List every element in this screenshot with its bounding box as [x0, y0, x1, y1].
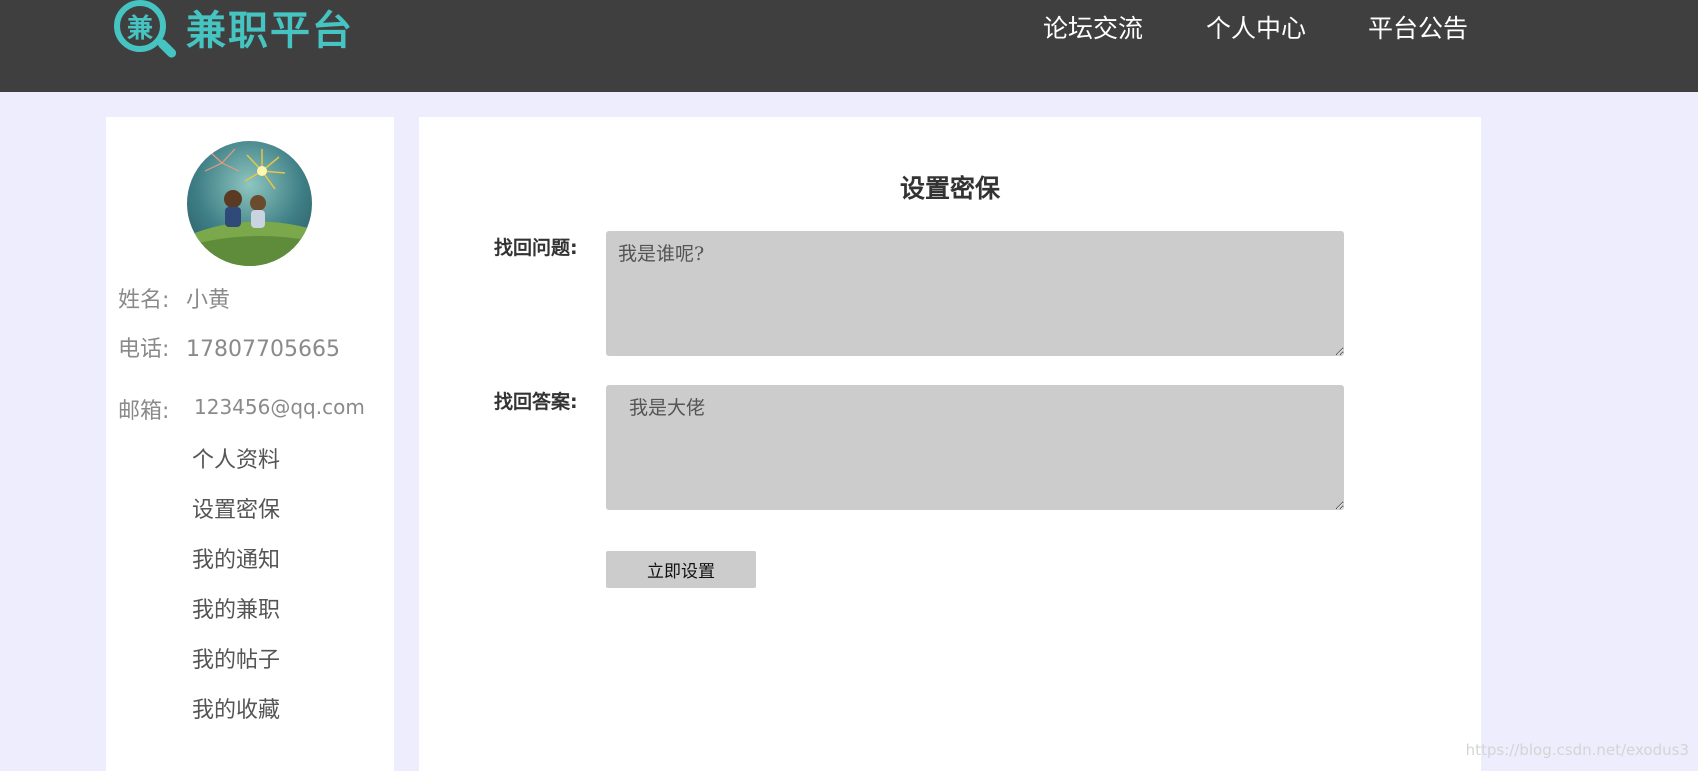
name-value: 小黄: [186, 288, 231, 313]
menu-my-favorites[interactable]: 我的收藏: [192, 692, 280, 724]
logo-char: 兼: [126, 13, 153, 44]
email-label: 邮箱:: [118, 399, 170, 424]
sidebar: 姓名: 小黄 电话: 17807705665 邮箱: 123456@qq.com 个人…: [106, 117, 394, 771]
top-header: 兼 兼职平台 论坛交流 个人中心 平台公告: [0, 0, 1698, 92]
answer-textarea[interactable]: 我是大佬: [606, 385, 1344, 510]
menu-security-settings[interactable]: 设置密保: [192, 492, 280, 524]
profile-name-row: 姓名: 小黄: [118, 282, 230, 314]
security-form-panel: 设置密保 找回问题: 我是谁呢? 找回答案: 我是大佬 立即设置: [419, 117, 1481, 771]
magnifier-logo-icon: 兼: [112, 0, 178, 62]
logo-text: 兼职平台: [186, 8, 354, 54]
phone-value: 17807705665: [186, 337, 340, 362]
question-label: 找回问题:: [494, 237, 578, 259]
menu-my-posts[interactable]: 我的帖子: [192, 642, 280, 674]
site-logo[interactable]: 兼 兼职平台: [112, 0, 354, 62]
avatar: [187, 141, 312, 266]
answer-label: 找回答案:: [494, 391, 578, 413]
nav-announcements[interactable]: 平台公告: [1368, 10, 1468, 48]
menu-notifications[interactable]: 我的通知: [192, 542, 280, 574]
question-textarea[interactable]: 我是谁呢?: [606, 231, 1344, 356]
phone-label: 电话:: [118, 337, 170, 362]
profile-email-row: 邮箱: 123456@qq.com: [118, 393, 365, 425]
menu-my-jobs[interactable]: 我的兼职: [192, 592, 280, 624]
name-label: 姓名:: [118, 288, 170, 313]
avatar-image: [187, 141, 312, 266]
email-value: 123456@qq.com: [194, 395, 365, 419]
submit-button[interactable]: 立即设置: [606, 551, 756, 588]
watermark: https://blog.csdn.net/exodus3: [1465, 741, 1689, 759]
nav-personal-center[interactable]: 个人中心: [1206, 10, 1306, 48]
menu-personal-info[interactable]: 个人资料: [192, 442, 280, 474]
nav-forum[interactable]: 论坛交流: [1043, 10, 1143, 48]
page-title: 设置密保: [899, 174, 1000, 203]
profile-phone-row: 电话: 17807705665: [118, 331, 340, 363]
